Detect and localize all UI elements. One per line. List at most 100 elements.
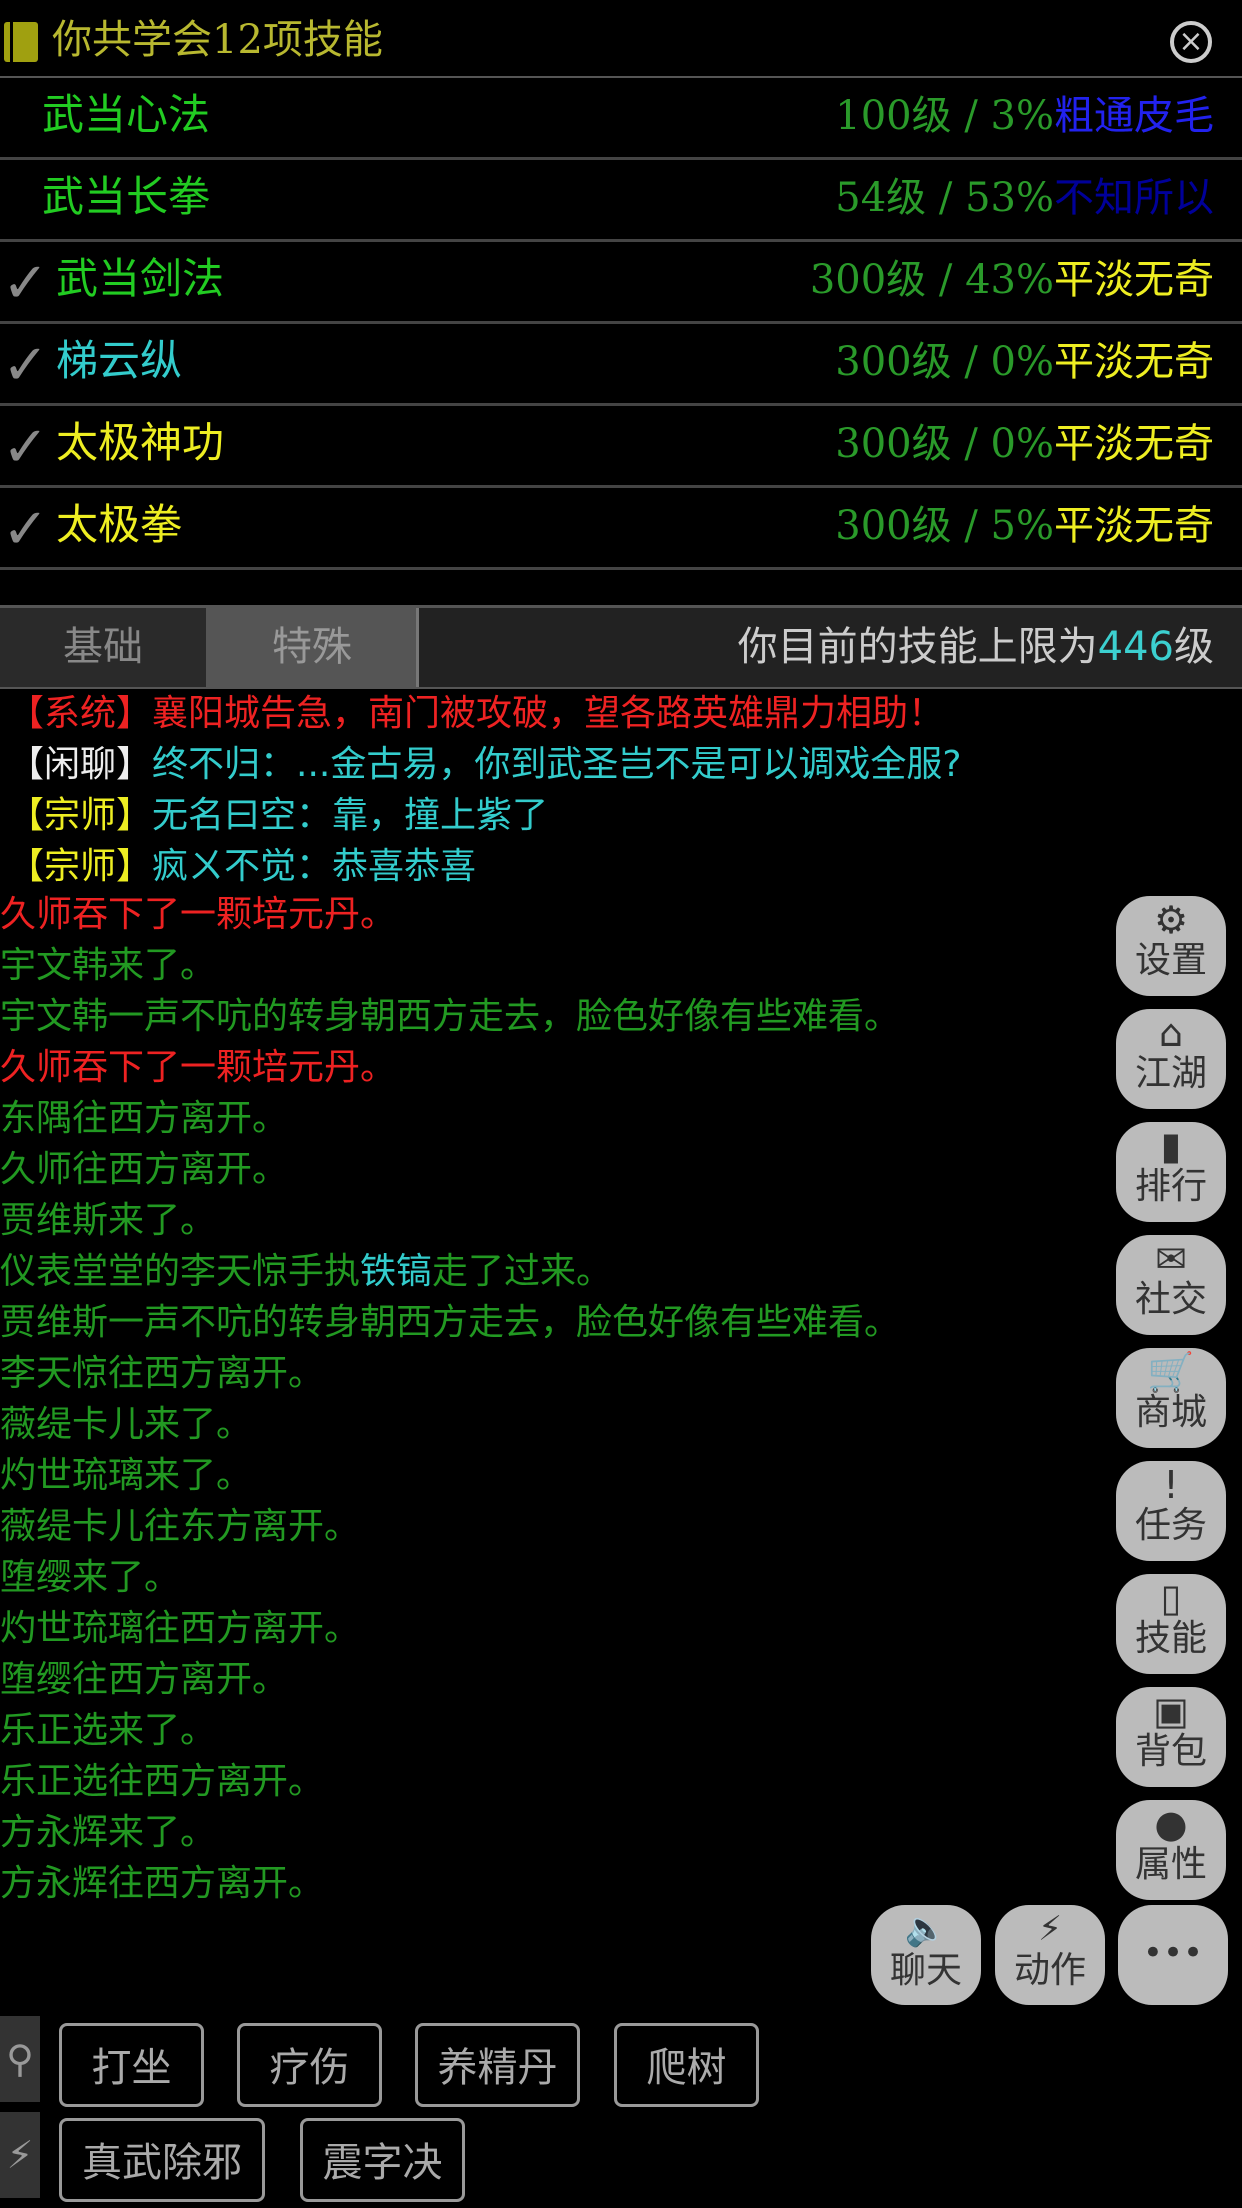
envelope-icon: ✉ <box>1155 1237 1187 1281</box>
bottom-button-label: 聊天 <box>889 1950 962 1991</box>
search-icon[interactable]: ⚲ <box>0 2016 40 2102</box>
side-button-cart[interactable]: 🛒 商城 <box>1116 1348 1226 1448</box>
briefcase-icon: ▣ <box>1153 1689 1189 1733</box>
event-line: 方永辉往西方离开。 <box>0 1863 325 1904</box>
tab-basic[interactable]: 基础 <box>0 608 208 687</box>
side-button-person[interactable]: ● 属性 <box>1116 1800 1226 1900</box>
event-line: 乐正选来了。 <box>0 1710 217 1751</box>
skill-level: 300级 / 5% <box>835 503 1054 549</box>
event-line: 薇缇卡儿往东方离开。 <box>0 1506 361 1547</box>
chat-line: 【系统】襄阳城告急，南门被攻破，望各路英雄鼎力相助！ <box>0 688 1242 739</box>
lightning-icon: ⚡ <box>1038 1909 1062 1949</box>
event-line: 贾维斯一声不吭的转身朝西方走去，脸色好像有些难看。 <box>0 1302 901 1343</box>
side-button-gear[interactable]: ⚙ 设置 <box>1116 896 1226 996</box>
side-button-label: 江湖 <box>1134 1053 1207 1094</box>
side-button-briefcase[interactable]: ▣ 背包 <box>1116 1687 1226 1787</box>
skill-row[interactable]: 武当长拳 54级 / 53%不知所以 <box>0 160 1242 242</box>
skill-limit-unit: 级 <box>1174 624 1214 670</box>
skill-name: 武当长拳 <box>42 172 211 221</box>
side-button-bar-chart[interactable]: ▮ 排行 <box>1116 1122 1226 1222</box>
bottom-button-lightning[interactable]: ⚡ 动作 <box>995 1905 1105 2005</box>
lightning-icon[interactable]: ⚡ <box>0 2112 40 2198</box>
person-icon: ● <box>1154 1802 1188 1846</box>
check-icon: ✓ <box>2 333 49 398</box>
skill-progress: 300级 / 43%平淡无奇 <box>810 256 1214 304</box>
skill-row[interactable]: ✓ 太极神功 300级 / 0%平淡无奇 <box>0 406 1242 488</box>
side-button-exclamation[interactable]: ! 任务 <box>1116 1461 1226 1561</box>
skill-progress: 300级 / 0%平淡无奇 <box>835 338 1214 386</box>
skill-name: 武当剑法 <box>56 254 225 303</box>
side-button-label: 任务 <box>1134 1505 1207 1546</box>
chat-line: 【宗师】无名曰空：靠，撞上紫了 <box>0 790 1242 841</box>
side-button-label: 社交 <box>1134 1279 1207 1320</box>
side-button-envelope[interactable]: ✉ 社交 <box>1116 1235 1226 1335</box>
skills-header: 你共学会12项技能 × <box>0 0 1242 78</box>
chat-channel: 【宗师】 <box>8 846 153 887</box>
skill-rank: 平淡无奇 <box>1054 421 1214 467</box>
quick-action-button[interactable]: 爬树 <box>614 2023 759 2107</box>
event-line: 久师往西方离开。 <box>0 1149 289 1190</box>
skill-rank: 不知所以 <box>1054 175 1214 221</box>
skill-limit: 你目前的技能上限为446级 <box>738 608 1214 687</box>
skill-progress: 300级 / 0%平淡无奇 <box>835 420 1214 468</box>
cart-icon: 🛒 <box>1147 1350 1195 1394</box>
chat-text: 疯ㄨ不觉：恭喜恭喜 <box>152 846 477 887</box>
event-line: 久师吞下了一颗培元丹。 <box>0 894 397 935</box>
event-line: 乐正选往西方离开。 <box>0 1761 325 1802</box>
skills-title: 你共学会12项技能 <box>52 17 383 63</box>
skill-name: 梯云纵 <box>56 336 183 385</box>
skill-level: 300级 / 0% <box>835 339 1054 385</box>
quick-action-button[interactable]: 真武除邪 <box>59 2118 265 2202</box>
skill-row[interactable]: ✓ 武当剑法 300级 / 43%平淡无奇 <box>0 242 1242 324</box>
more-icon: ••• <box>1142 1933 1204 1973</box>
event-text: 走了过来。 <box>432 1251 613 1292</box>
tab-special[interactable]: 特殊 <box>208 608 419 687</box>
chat-line: 【闲聊】终不归：...金古易，你到武圣岂不是可以调戏全服? <box>0 739 1242 790</box>
skill-rank: 平淡无奇 <box>1054 339 1214 385</box>
chat-channel: 【系统】 <box>8 693 153 734</box>
skill-list: 武当心法 100级 / 3%粗通皮毛武当长拳 54级 / 53%不知所以 ✓ 武当剑法 3… <box>0 78 1242 570</box>
quick-action-button[interactable]: 震字决 <box>300 2118 465 2202</box>
event-line: 东隅往西方离开。 <box>0 1098 289 1139</box>
event-line: 宇文韩来了。 <box>0 945 217 986</box>
skill-rank: 粗通皮毛 <box>1054 93 1214 139</box>
speaker-icon: 🔈 <box>904 1909 948 1949</box>
skill-row[interactable]: ✓ 梯云纵 300级 / 0%平淡无奇 <box>0 324 1242 406</box>
skill-row[interactable]: ✓ 太极拳 300级 / 5%平淡无奇 <box>0 488 1242 570</box>
exclamation-icon: ! <box>1163 1463 1179 1507</box>
chat-text: 襄阳城告急，南门被攻破，望各路英雄鼎力相助！ <box>152 693 945 734</box>
book-icon <box>4 22 38 62</box>
skill-name: 武当心法 <box>42 90 211 139</box>
skill-level: 100级 / 3% <box>835 93 1054 139</box>
chat-channel: 【闲聊】 <box>8 744 153 785</box>
event-line: 灼世琉璃来了。 <box>0 1455 253 1496</box>
event-text: 仪表堂堂的李天惊手执 <box>0 1251 361 1292</box>
bottom-button-speaker[interactable]: 🔈 聊天 <box>871 1905 981 2005</box>
event-line: 灼世琉璃往西方离开。 <box>0 1608 361 1649</box>
skill-name: 太极神功 <box>56 418 225 467</box>
skill-tabs: 基础 特殊 你目前的技能上限为446级 <box>0 605 1242 689</box>
side-button-book[interactable]: ▯ 技能 <box>1116 1574 1226 1674</box>
side-button-label: 排行 <box>1134 1166 1207 1207</box>
side-button-label: 属性 <box>1134 1844 1207 1885</box>
chat-line: 【宗师】疯ㄨ不觉：恭喜恭喜 <box>0 841 1242 892</box>
event-line: 仪表堂堂的李天惊手执铁镐走了过来。 <box>0 1246 1100 1297</box>
side-button-label: 背包 <box>1134 1731 1207 1772</box>
event-log: 久师吞下了一颗培元丹。 宇文韩来了。 宇文韩一声不吭的转身朝西方走去，脸色好像有些难… <box>0 889 1100 1909</box>
event-line: 堕缨往西方离开。 <box>0 1659 289 1700</box>
bottom-button-more[interactable]: ••• <box>1118 1905 1228 2005</box>
chat-channel-messages: 【系统】襄阳城告急，南门被攻破，望各路英雄鼎力相助！ 【闲聊】终不归：...金古易… <box>0 688 1242 892</box>
event-line: 李天惊往西方离开。 <box>0 1353 325 1394</box>
close-icon[interactable]: × <box>1170 21 1212 63</box>
bottom-button-label: 动作 <box>1013 1950 1086 1991</box>
quick-action-button[interactable]: 打坐 <box>59 2023 204 2107</box>
skill-row[interactable]: 武当心法 100级 / 3%粗通皮毛 <box>0 78 1242 160</box>
side-button-home[interactable]: ⌂ 江湖 <box>1116 1009 1226 1109</box>
skill-rank: 平淡无奇 <box>1054 503 1214 549</box>
quick-action-button[interactable]: 养精丹 <box>415 2023 580 2107</box>
quick-action-button[interactable]: 疗伤 <box>237 2023 382 2107</box>
chat-text: 终不归：...金古易，你到武圣岂不是可以调戏全服? <box>152 744 962 785</box>
skill-level: 300级 / 0% <box>835 421 1054 467</box>
skill-progress: 300级 / 5%平淡无奇 <box>835 502 1214 550</box>
home-icon: ⌂ <box>1158 1011 1184 1055</box>
